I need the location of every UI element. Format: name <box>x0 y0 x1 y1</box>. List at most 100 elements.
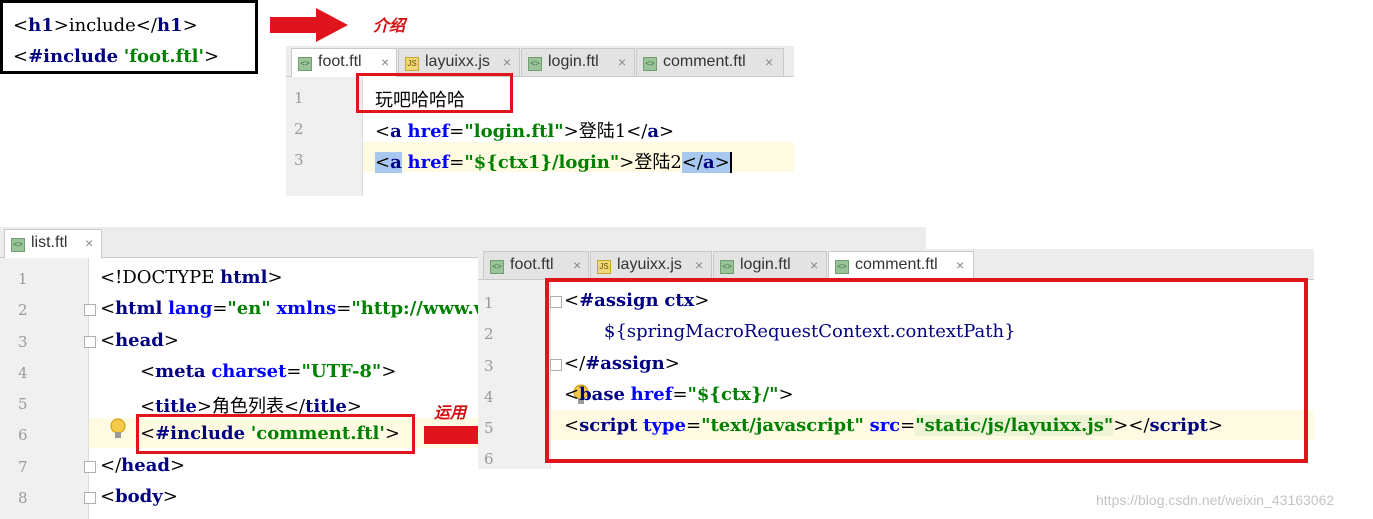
tab-login-ftl[interactable]: <> login.ftl × <box>521 48 635 76</box>
ftl-file-icon: <> <box>298 57 312 71</box>
code-line-2: <html lang="en" xmlns="http://www.w <box>100 298 489 319</box>
code-line-8: <body> <box>100 486 178 507</box>
tag-bracket: > <box>204 46 220 67</box>
tag-bracket: < <box>100 486 116 507</box>
tab-label: login.ftl <box>740 256 791 273</box>
tag-bracket: < <box>13 15 29 36</box>
close-icon[interactable]: × <box>381 54 389 70</box>
tab-label: login.ftl <box>548 53 599 70</box>
equals: = <box>286 361 302 382</box>
tag-bracket: > <box>267 267 283 288</box>
tab-label: comment.ftl <box>855 256 938 273</box>
tag-bracket: </ <box>100 455 122 476</box>
attr-name: xmlns <box>276 298 337 319</box>
line-number: 3 <box>294 151 304 169</box>
tag-bracket: < <box>100 330 116 351</box>
ftl-file-icon: <> <box>835 260 849 274</box>
attr-value: "${ctx1}/login" <box>464 152 620 173</box>
ftl-file-icon: <> <box>643 57 657 71</box>
line-number: 1 <box>18 270 28 288</box>
highlight-box-comment-content <box>545 278 1308 463</box>
tag-name: a <box>702 152 715 173</box>
close-icon[interactable]: × <box>573 257 581 273</box>
tab-layuixx-js[interactable]: JS layuixx.js × <box>590 251 712 279</box>
snippet-text: include <box>68 15 136 36</box>
code-line-4: <meta charset="UTF-8"> <box>140 361 396 382</box>
snippet-line-2: <#include 'foot.ftl'> <box>13 46 219 67</box>
line-number: 6 <box>484 450 494 468</box>
tag-bracket: < <box>375 121 391 142</box>
line-number: 5 <box>18 395 28 413</box>
tag-bracket: > <box>563 121 579 142</box>
tab-label: list.ftl <box>31 234 68 251</box>
tab-list-ftl[interactable]: <> list.ftl × <box>4 229 102 258</box>
attr-name: charset <box>211 361 287 382</box>
close-icon[interactable]: × <box>765 54 773 70</box>
line-number: 2 <box>18 301 28 319</box>
tag-name: a <box>390 121 402 142</box>
code-line-2: <a href="login.ftl">登陆1</a> <box>375 117 674 143</box>
close-icon[interactable]: × <box>695 257 703 273</box>
close-icon[interactable]: × <box>618 54 626 70</box>
ftl-file-icon: <> <box>528 57 542 71</box>
link-text: 登陆2 <box>634 152 682 173</box>
tag-name: a <box>647 121 660 142</box>
close-icon[interactable]: × <box>956 257 964 273</box>
tab-foot-ftl[interactable]: <> foot.ftl × <box>483 251 589 279</box>
fold-marker-icon[interactable] <box>84 304 96 316</box>
annotation-usage: 运用 <box>434 403 467 422</box>
line-number: 5 <box>484 419 494 437</box>
tag-bracket: > <box>381 361 397 382</box>
js-file-icon: JS <box>597 260 611 274</box>
equals: = <box>336 298 352 319</box>
tag-name: html <box>220 267 268 288</box>
tag-bracket: </ <box>626 121 648 142</box>
line-number: 3 <box>18 333 28 351</box>
fold-marker-icon[interactable] <box>84 336 96 348</box>
highlight-box-include <box>136 414 415 454</box>
line-number: 3 <box>484 357 494 375</box>
link-text: 登陆1 <box>578 121 627 142</box>
ftl-directive: #include <box>28 46 119 67</box>
tab-label: foot.ftl <box>510 256 554 273</box>
attr-name: lang <box>168 298 213 319</box>
equals: = <box>449 121 465 142</box>
tag-bracket: </ <box>681 152 703 173</box>
ftl-file-icon: <> <box>11 238 25 252</box>
close-icon[interactable]: × <box>503 54 511 70</box>
tag-bracket: > <box>169 455 186 476</box>
tag-name: meta <box>155 361 206 382</box>
fold-marker-icon[interactable] <box>84 492 96 504</box>
close-icon[interactable]: × <box>85 235 93 251</box>
code-line-1: <!DOCTYPE html> <box>100 267 283 288</box>
tag-bracket: < <box>100 298 116 319</box>
watermark: https://blog.csdn.net/weixin_43163062 <box>1096 492 1335 508</box>
tab-comment-ftl[interactable]: <> comment.ftl × <box>636 48 784 76</box>
js-file-icon: JS <box>405 57 419 71</box>
line-number-gutter <box>0 258 89 519</box>
attr-value: "UTF-8" <box>301 361 382 382</box>
tag-bracket: < <box>375 152 391 173</box>
lightbulb-icon[interactable] <box>109 418 127 442</box>
tag-bracket: > <box>163 330 179 351</box>
tab-label: layuixx.js <box>425 53 490 70</box>
tag-name: h1 <box>156 15 183 36</box>
tag-name: h1 <box>28 15 54 36</box>
close-icon[interactable]: × <box>810 257 818 273</box>
snippet-line-1: <h1>include</h1> <box>13 15 198 36</box>
line-number: 6 <box>18 426 28 444</box>
tag-bracket: > <box>182 15 198 36</box>
tag-name: a <box>390 152 402 173</box>
string-literal: 'foot.ftl' <box>123 46 205 67</box>
arrow-right-icon <box>270 8 348 42</box>
ftl-file-icon: <> <box>490 260 504 274</box>
tab-login-ftl[interactable]: <> login.ftl × <box>713 251 827 279</box>
tab-layuixx-js[interactable]: JS layuixx.js × <box>398 48 520 76</box>
highlight-box-foot-content <box>356 73 513 113</box>
tab-comment-ftl[interactable]: <> comment.ftl × <box>828 251 974 280</box>
fold-marker-icon[interactable] <box>84 461 96 473</box>
tag-name: html <box>115 298 163 319</box>
attr-value: "http://www.w <box>351 298 490 319</box>
tag-name: body <box>115 486 163 507</box>
tag-bracket: > <box>714 152 732 173</box>
